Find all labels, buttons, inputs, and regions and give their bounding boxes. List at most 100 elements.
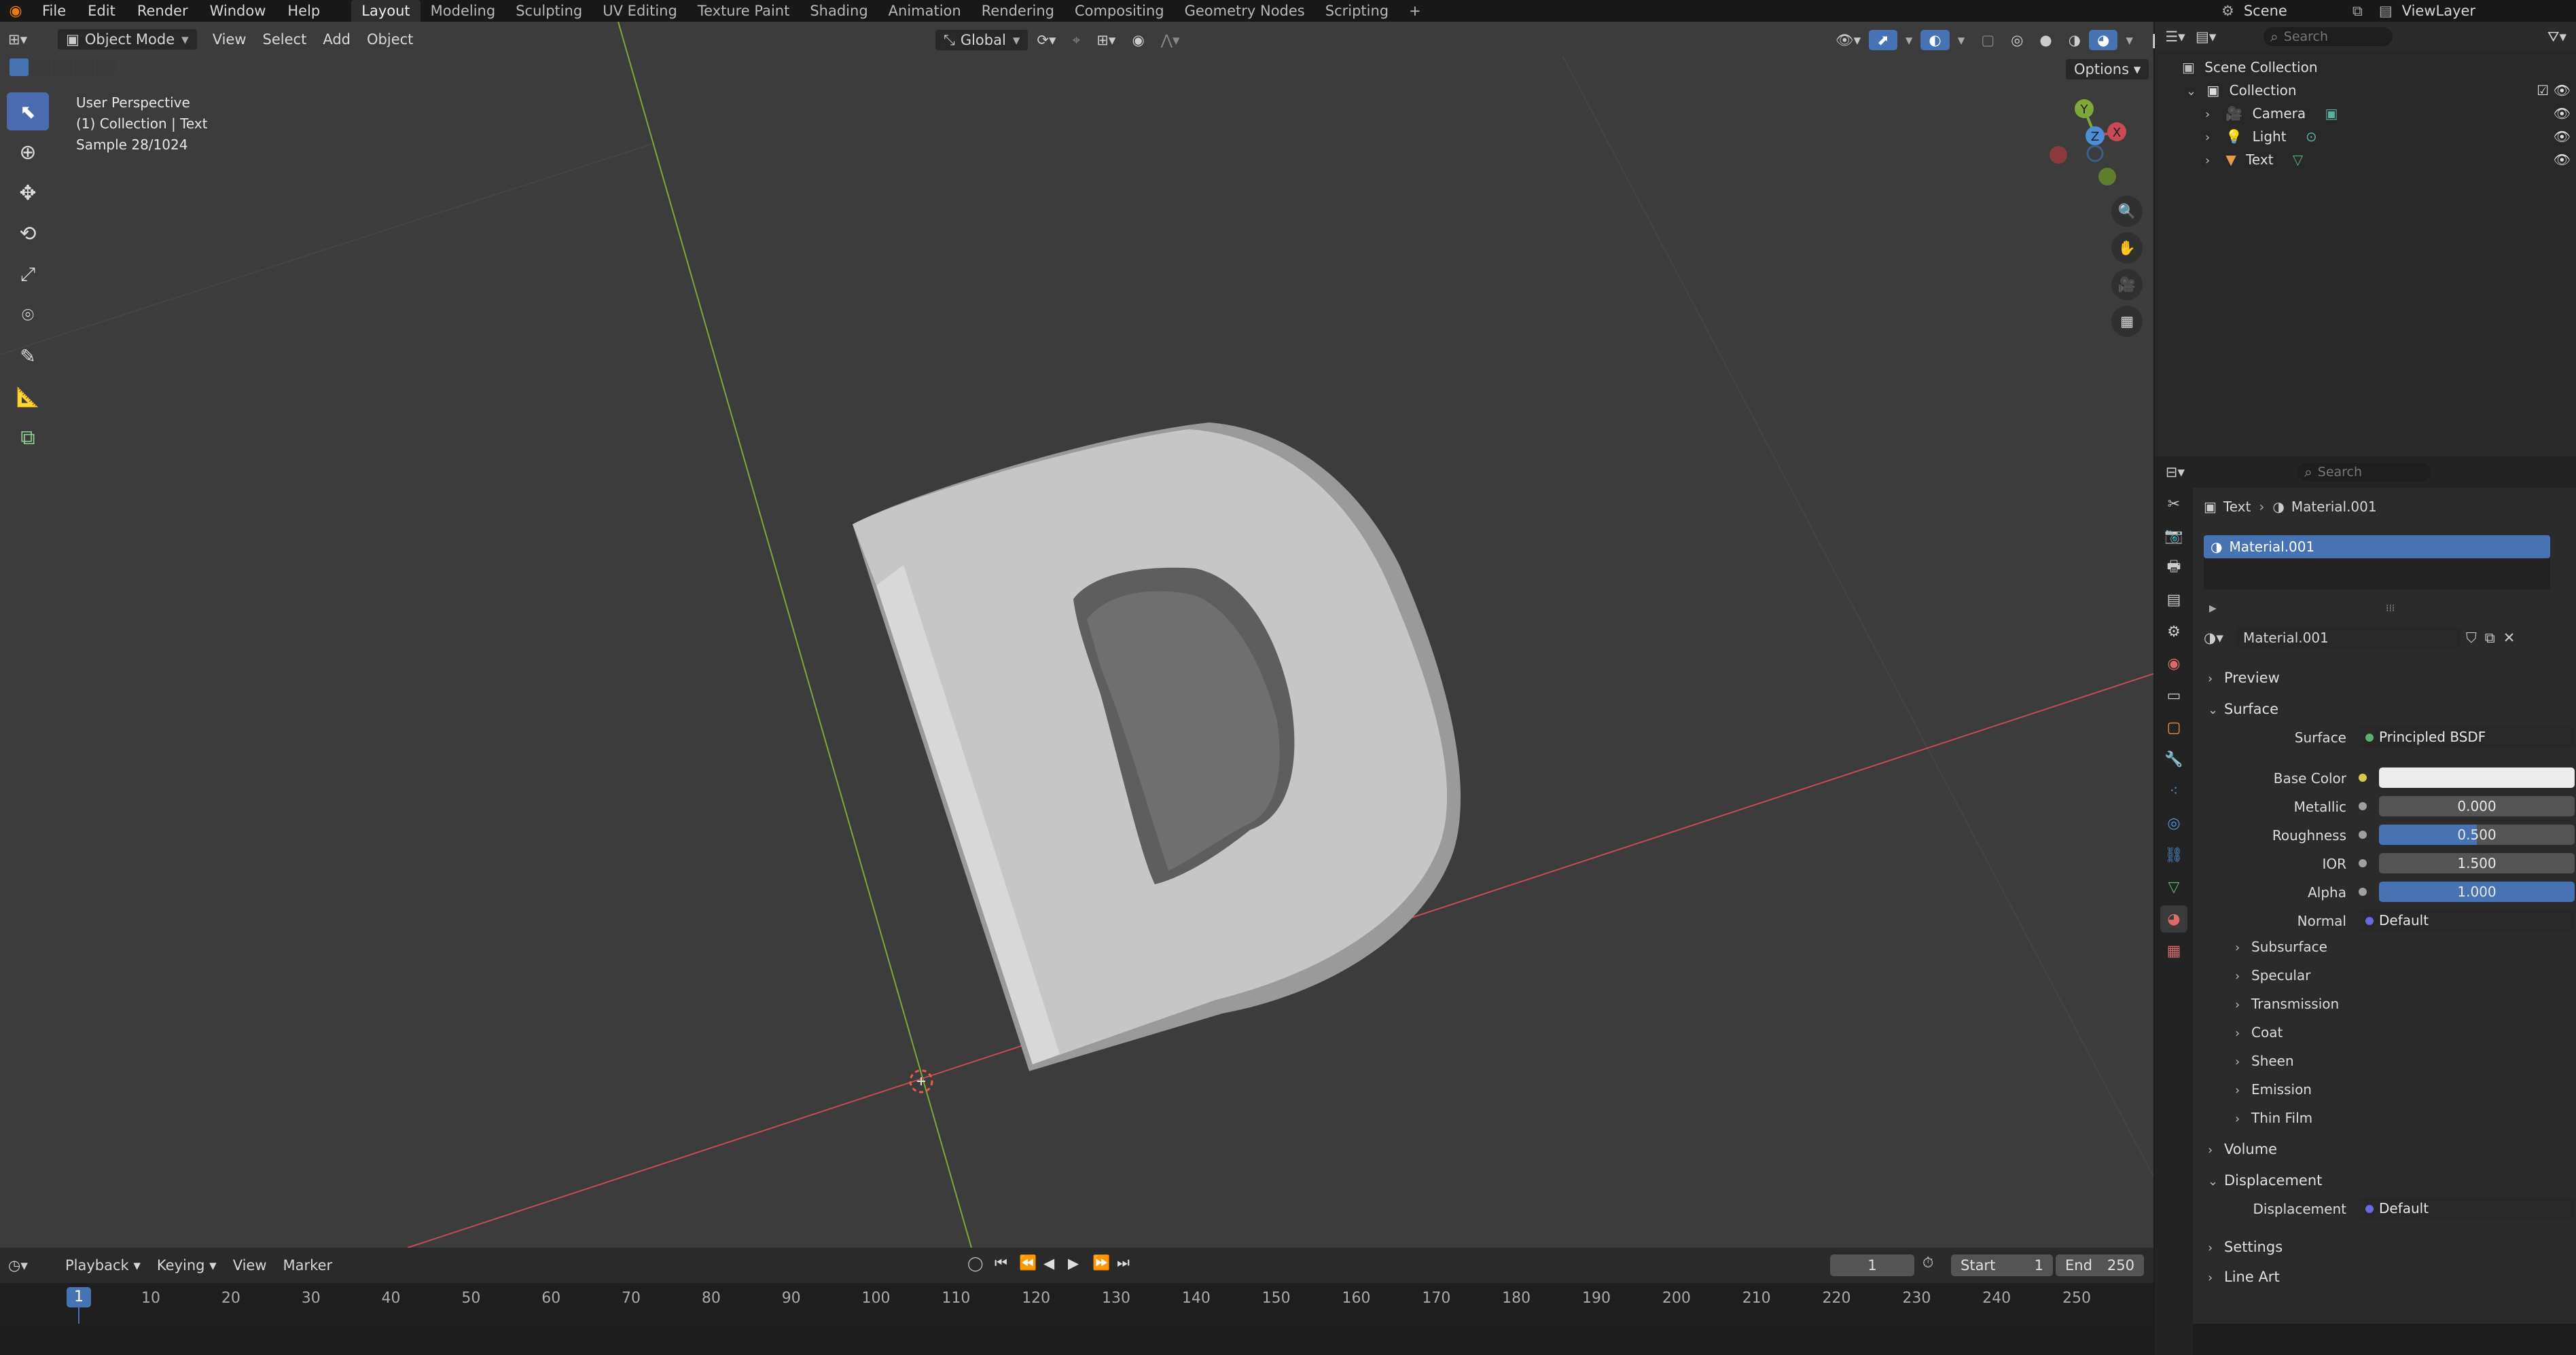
rendered-shading-icon[interactable]: ◕ (2089, 30, 2118, 50)
collapse-icon[interactable]: ⌄ (2186, 80, 2202, 103)
eye-icon[interactable]: 👁 (2554, 102, 2571, 125)
outliner-item-camera[interactable]: › 🎥 Camera ▣ 👁 (2205, 102, 2576, 125)
unlink-material-icon[interactable]: ✕ (2503, 630, 2516, 646)
rotate-tool-icon[interactable]: ⟲ (7, 215, 49, 253)
select-subtract-icon[interactable] (53, 58, 72, 76)
record-icon[interactable]: ◯ (967, 1255, 995, 1271)
subpanel-thin-film[interactable]: › Thin Film (2235, 1110, 2312, 1126)
jump-start-icon[interactable]: ⏮ (995, 1254, 1019, 1271)
tab-rendering[interactable]: Rendering (971, 0, 1065, 22)
displacement-panel-header[interactable]: ⌄ Displacement (2208, 1167, 2575, 1194)
material-slot-row[interactable]: ◑ Material.001 (2204, 535, 2550, 558)
overlays-toggle-icon[interactable]: ◐ (1920, 30, 1950, 50)
tab-sculpting[interactable]: Sculpting (505, 0, 592, 22)
light-data-icon[interactable]: ⊙ (2306, 128, 2317, 145)
material-name-field[interactable]: Material.001 (2236, 628, 2461, 648)
expand-icon[interactable]: › (2205, 126, 2221, 149)
falloff-icon[interactable]: ⋀▾ (1153, 30, 1188, 50)
resize-handle-icon[interactable]: ⁞⁞⁞ (2386, 603, 2395, 614)
eye-icon[interactable]: 👁 (2554, 148, 2571, 171)
menu-help[interactable]: Help (276, 0, 331, 22)
current-frame-field[interactable]: 1 (1830, 1254, 1914, 1276)
tab-animation[interactable]: Animation (878, 0, 971, 22)
filter-icon[interactable]: ⛛▾ (2547, 29, 2566, 46)
xray-icon[interactable]: ▢ (1973, 30, 2003, 50)
subpanel-subsurface[interactable]: › Subsurface (2235, 939, 2327, 955)
gizmo-dropdown-icon[interactable]: ▾ (1897, 30, 1921, 50)
subpanel-transmission[interactable]: › Transmission (2235, 996, 2339, 1012)
scene-tab-icon[interactable]: ⚙ (2160, 618, 2187, 645)
pivot-icon[interactable]: ⟳▾ (1028, 30, 1064, 50)
snap-target-icon[interactable]: ⊞▾ (1088, 30, 1124, 50)
tab-geometry-nodes[interactable]: Geometry Nodes (1175, 0, 1315, 22)
proportional-edit-icon[interactable]: ◉ (1124, 30, 1152, 50)
new-scene-icon[interactable]: ⧉ (2353, 3, 2363, 20)
eye-icon[interactable]: 👁 (2554, 79, 2571, 102)
zoom-icon[interactable]: 🔍 (2111, 196, 2143, 227)
scale-tool-icon[interactable]: ⤢ (7, 255, 49, 293)
subpanel-sheen[interactable]: › Sheen (2235, 1053, 2294, 1069)
object-mode-dropdown[interactable]: ▣ Object Mode ▾ (57, 29, 198, 50)
outliner-editor[interactable]: ☰▾ ▤▾ ⌕ Search ⛛▾ ▣ Scene Collection ⌄ ▣… (2155, 22, 2576, 456)
menu-view[interactable]: View (204, 29, 255, 50)
subpanel-coat[interactable]: › Coat (2235, 1024, 2283, 1041)
jump-end-icon[interactable]: ⏭ (1117, 1254, 1141, 1271)
camera-view-icon[interactable]: 🎥 (2111, 269, 2143, 300)
world-tab-icon[interactable]: ◉ (2160, 650, 2187, 677)
select-intersect-icon[interactable] (96, 58, 115, 76)
options-dropdown[interactable]: Options ▾ (2065, 58, 2150, 80)
measure-tool-icon[interactable]: 📐 (7, 378, 49, 416)
alpha-slider[interactable]: 1.000 (2379, 882, 2575, 902)
surface-shader-field[interactable]: Principled BSDF (2359, 727, 2575, 747)
overlays-dropdown-icon[interactable]: ▾ (1950, 30, 1973, 50)
expand-slots-icon[interactable]: ▶ (2209, 603, 2217, 614)
scene-name[interactable]: Scene (2244, 3, 2353, 19)
modifier-tab-icon[interactable]: 🔧 (2160, 746, 2187, 773)
add-cube-tool-icon[interactable]: ⧉ (7, 418, 49, 456)
move-tool-icon[interactable]: ✥ (7, 174, 49, 212)
settings-panel-header[interactable]: › Settings (2208, 1233, 2575, 1261)
menu-timeline-view[interactable]: View (225, 1255, 275, 1276)
normal-field[interactable]: Default (2359, 910, 2575, 931)
cursor-tool-icon[interactable]: ⊕ (7, 133, 49, 171)
display-mode-icon[interactable]: ▤▾ (2196, 29, 2236, 45)
menu-edit[interactable]: Edit (77, 0, 126, 22)
jump-keyframe-back-icon[interactable]: ⏪ (1019, 1254, 1043, 1271)
playhead[interactable]: 1 (67, 1287, 91, 1307)
tab-compositing[interactable]: Compositing (1065, 0, 1175, 22)
subpanel-specular[interactable]: › Specular (2235, 967, 2310, 983)
visibility-icon[interactable]: 👁▾ (1827, 30, 1869, 50)
collection-tab-icon[interactable]: ▭ (2160, 682, 2187, 709)
tab-texture-paint[interactable]: Texture Paint (687, 0, 800, 22)
menu-window[interactable]: Window (199, 0, 277, 22)
menu-marker[interactable]: Marker (275, 1255, 341, 1276)
material-slot-list[interactable]: ◑ Material.001 (2204, 535, 2550, 590)
play-icon[interactable]: ▶ (1068, 1255, 1092, 1271)
play-reverse-icon[interactable]: ◀ (1043, 1255, 1068, 1271)
blender-logo-icon[interactable]: ◉ (0, 3, 31, 20)
base-color-swatch[interactable] (2379, 767, 2575, 788)
tab-modeling[interactable]: Modeling (421, 0, 506, 22)
checkbox-icon[interactable]: ☑ (2537, 79, 2549, 102)
navigation-gizmo[interactable]: Y X Z (2031, 88, 2126, 190)
metallic-slider[interactable]: 0.000 (2379, 796, 2575, 816)
duplicate-material-icon[interactable]: ⧉ (2485, 630, 2495, 647)
fake-user-icon[interactable]: ⛉ (2466, 630, 2477, 647)
editor-type-icon[interactable]: ⊞▾ (0, 29, 50, 50)
timeline-editor[interactable]: ◷▾ Playback ▾ Keying ▾ View Marker ◯ ⏮ ⏪… (0, 1248, 2153, 1324)
material-shading-icon[interactable]: ◑ (2060, 30, 2089, 50)
view-layer-tab-icon[interactable]: ▤ (2160, 586, 2187, 613)
output-tab-icon[interactable]: 🖶 (2160, 554, 2187, 581)
expand-icon[interactable]: › (2205, 103, 2221, 126)
menu-add[interactable]: Add (315, 29, 359, 50)
subpanel-emission[interactable]: › Emission (2235, 1081, 2312, 1098)
texture-tab-icon[interactable]: ▦ (2160, 937, 2187, 964)
roughness-slider[interactable]: 0.500 (2379, 825, 2575, 845)
text-data-icon[interactable]: ▽ (2293, 151, 2303, 168)
outliner-search-input[interactable]: ⌕ Search (2264, 27, 2393, 46)
outliner-editor-type-icon[interactable]: ☰▾ (2155, 29, 2196, 45)
camera-data-icon[interactable]: ▣ (2325, 105, 2338, 122)
properties-search-input[interactable]: ⌕ Search (2297, 463, 2431, 482)
ortho-grid-icon[interactable]: ▦ (2111, 306, 2143, 337)
shading-dropdown-icon[interactable]: ▾ (2117, 30, 2141, 50)
